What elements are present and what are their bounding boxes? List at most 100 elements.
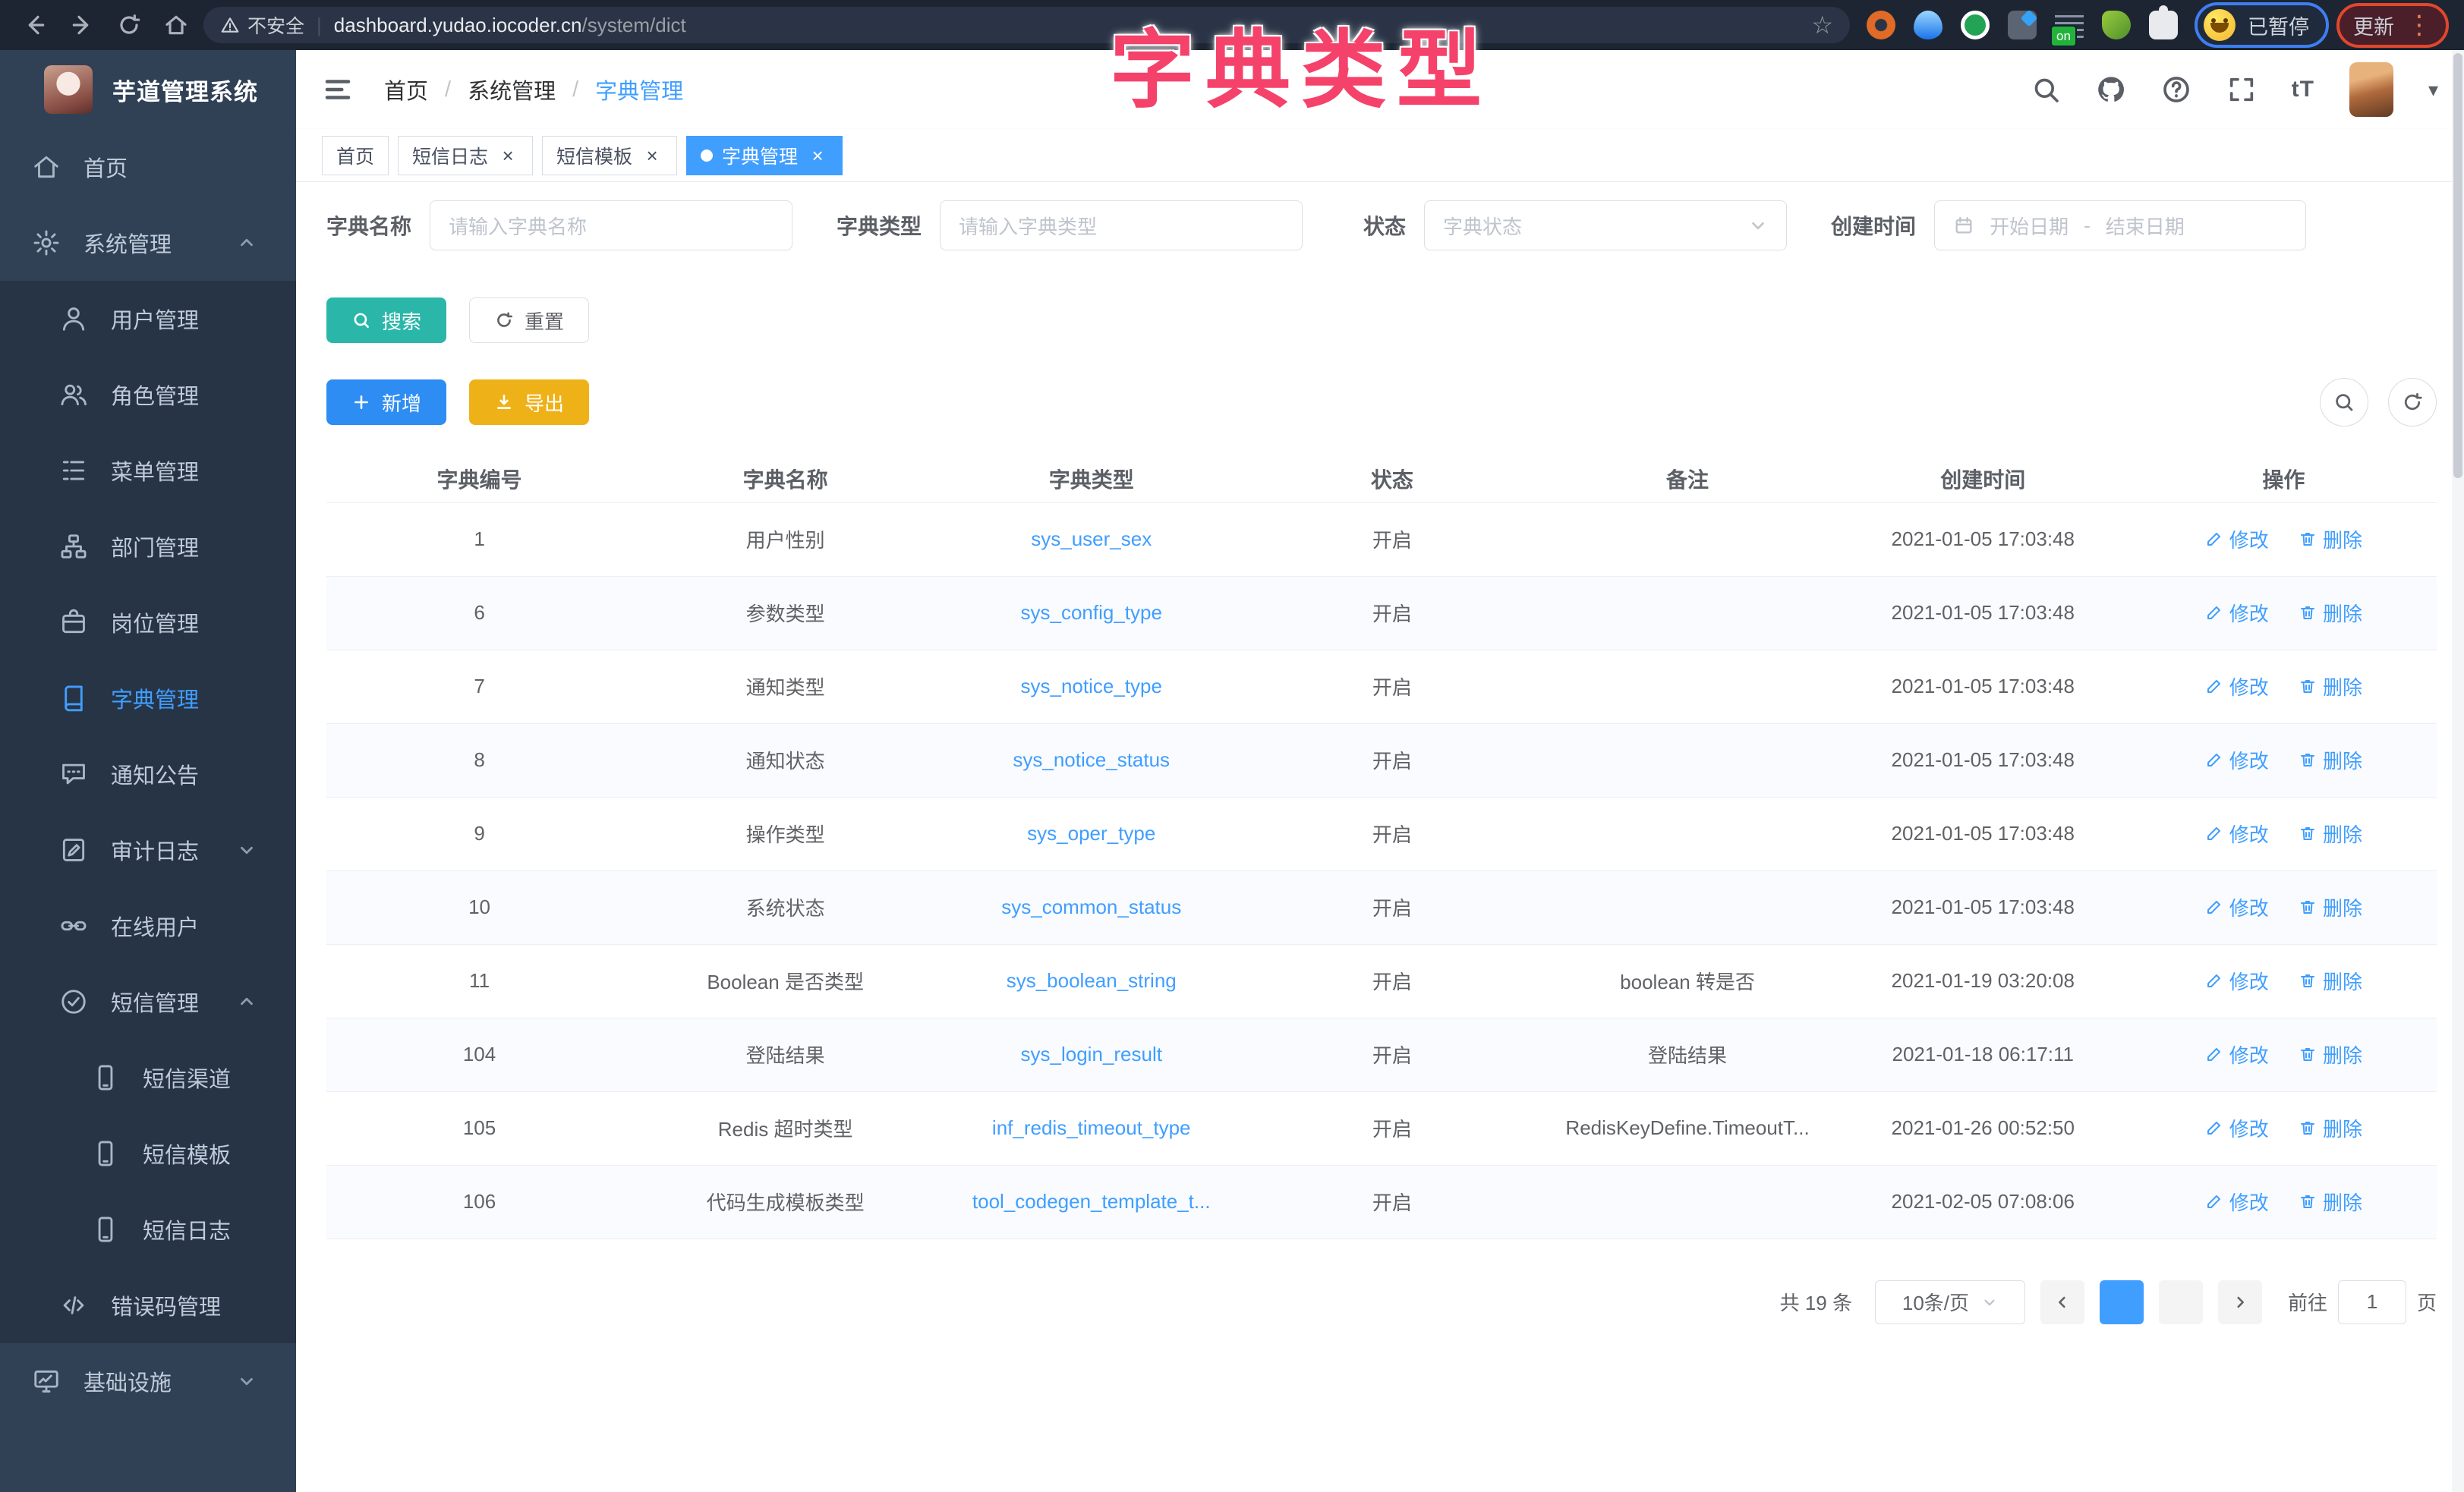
page-number-button[interactable] [2159,1280,2203,1324]
delete-link[interactable]: 删除 [2299,672,2362,700]
cell-dict-type-link[interactable]: sys_common_status [938,870,1244,944]
browser-home-icon[interactable] [156,5,196,45]
sidebar-menu-item[interactable]: 角色管理 [0,357,296,433]
edit-link[interactable]: 修改 [2205,1188,2269,1216]
delete-link[interactable]: 删除 [2299,1188,2362,1216]
delete-link[interactable]: 删除 [2299,893,2362,921]
delete-link[interactable]: 删除 [2299,1114,2362,1142]
browser-back-icon[interactable] [15,5,55,45]
reset-button[interactable]: 重置 [469,297,589,343]
page-scrollbar[interactable] [2452,50,2464,1492]
sidebar-menu-item[interactable]: 用户管理 [0,281,296,357]
fullscreen-icon[interactable] [2226,74,2257,105]
edit-link[interactable]: 修改 [2205,1114,2269,1142]
date-range-picker[interactable]: 开始日期 - 结束日期 [1934,200,2306,250]
sidebar-menu-item[interactable]: 首页 [0,129,296,205]
address-bar[interactable]: 不安全 | dashboard.yudao.iocoder.cn/system/… [203,7,1850,43]
dict-type-input[interactable]: 请输入字典类型 [940,200,1303,250]
sidebar-menu-item[interactable]: 短信日志 [0,1191,296,1267]
sidebar-menu-item[interactable]: 岗位管理 [0,584,296,660]
page-content: 字典名称 请输入字典名称 字典类型 请输入字典类型 状态 字典状态 [296,182,2464,1492]
extension-grid-icon[interactable] [2008,11,2037,39]
help-icon[interactable] [2161,74,2191,105]
goto-page-input[interactable]: 1 [2338,1280,2406,1324]
delete-link[interactable]: 删除 [2299,599,2362,627]
extension-green-icon[interactable] [1961,11,1990,39]
toggle-search-button[interactable] [2320,378,2368,427]
user-avatar[interactable] [2349,62,2393,117]
sidebar-menu-item[interactable]: 菜单管理 [0,433,296,508]
sidebar-menu-item[interactable]: 短信模板 [0,1116,296,1191]
hamburger-icon[interactable] [322,74,354,105]
edit-link[interactable]: 修改 [2205,820,2269,848]
header-search-icon[interactable] [2031,74,2061,105]
cell-dict-type-link[interactable]: tool_codegen_template_t... [938,1165,1244,1239]
cell-dict-type-link[interactable]: sys_user_sex [938,502,1244,576]
sidebar-menu-item[interactable]: 部门管理 [0,508,296,584]
github-icon[interactable] [2096,74,2126,105]
font-size-icon[interactable]: tT [2292,77,2314,102]
browser-forward-icon[interactable] [62,5,102,45]
refresh-table-button[interactable] [2388,378,2437,427]
cell-dict-type-link[interactable]: sys_boolean_string [938,944,1244,1018]
extension-leaf-icon[interactable] [2102,11,2131,39]
browser-update-button[interactable]: 更新 ⋮ [2336,3,2449,48]
view-tag[interactable]: 短信日志 × [398,136,533,175]
close-icon[interactable]: × [807,145,828,166]
delete-link[interactable]: 删除 [2299,525,2362,553]
extension-orange-icon[interactable] [1867,11,1895,39]
sidebar-menu-item[interactable]: 短信渠道 [0,1040,296,1116]
page-number-button[interactable] [2100,1280,2144,1324]
breadcrumb-home[interactable]: 首页 [384,74,428,105]
status-select[interactable]: 字典状态 [1424,200,1787,250]
cell-dict-type-link[interactable]: sys_notice_type [938,650,1244,723]
page-size-select[interactable]: 10条/页 [1875,1280,2025,1324]
cell-dict-type-link[interactable]: sys_oper_type [938,797,1244,870]
scrollbar-thumb[interactable] [2453,53,2462,478]
extensions-puzzle-icon[interactable] [2149,11,2178,39]
extension-drop-icon[interactable] [1914,11,1943,39]
sidebar-menu-item[interactable]: 字典管理 [0,660,296,736]
sidebar-menu-item[interactable]: 在线用户 [0,888,296,964]
view-tag[interactable]: 字典管理 × [686,136,843,175]
edit-link[interactable]: 修改 [2205,893,2269,921]
extension-onetab-icon[interactable]: on [2055,11,2084,39]
export-button[interactable]: 导出 [469,379,589,425]
sidebar-menu-item[interactable]: 审计日志 [0,812,296,888]
cell-dict-type-link[interactable]: inf_redis_timeout_type [938,1091,1244,1165]
cell-dict-type-link[interactable]: sys_login_result [938,1018,1244,1091]
delete-link[interactable]: 删除 [2299,967,2362,995]
cell-dict-type-link[interactable]: sys_config_type [938,576,1244,650]
add-button[interactable]: 新增 [326,379,446,425]
sidebar-menu-item[interactable]: 通知公告 [0,736,296,812]
delete-link[interactable]: 删除 [2299,746,2362,774]
cell-dict-type-link[interactable]: sys_notice_status [938,723,1244,797]
edit-link[interactable]: 修改 [2205,1040,2269,1069]
delete-link[interactable]: 删除 [2299,820,2362,848]
browser-menu-dots-icon[interactable]: ⋮ [2406,12,2432,38]
edit-link[interactable]: 修改 [2205,599,2269,627]
profile-paused-chip[interactable]: 已暂停 [2195,2,2329,48]
bookmark-star-icon[interactable]: ☆ [1811,11,1833,39]
sidebar-menu-item[interactable]: 错误码管理 [0,1267,296,1343]
edit-link[interactable]: 修改 [2205,525,2269,553]
edit-link[interactable]: 修改 [2205,967,2269,995]
avatar-caret-icon[interactable]: ▾ [2428,78,2438,102]
view-tag[interactable]: 首页 [322,136,389,175]
view-tag[interactable]: 短信模板 × [542,136,677,175]
cell-dict-name: Redis 超时类型 [632,1091,938,1165]
close-icon[interactable]: × [497,145,518,166]
sidebar-menu-item[interactable]: 短信管理 [0,964,296,1040]
edit-link[interactable]: 修改 [2205,746,2269,774]
sidebar-menu-item[interactable]: 系统管理 [0,205,296,281]
browser-reload-icon[interactable] [109,5,149,45]
breadcrumb-system[interactable]: 系统管理 [468,74,556,105]
sidebar-menu-item[interactable]: 基础设施 [0,1343,296,1419]
search-button[interactable]: 搜索 [326,297,446,343]
dict-name-input[interactable]: 请输入字典名称 [430,200,792,250]
delete-link[interactable]: 删除 [2299,1040,2362,1069]
next-page-button[interactable] [2218,1280,2262,1324]
prev-page-button[interactable] [2040,1280,2084,1324]
close-icon[interactable]: × [641,145,663,166]
edit-link[interactable]: 修改 [2205,672,2269,700]
